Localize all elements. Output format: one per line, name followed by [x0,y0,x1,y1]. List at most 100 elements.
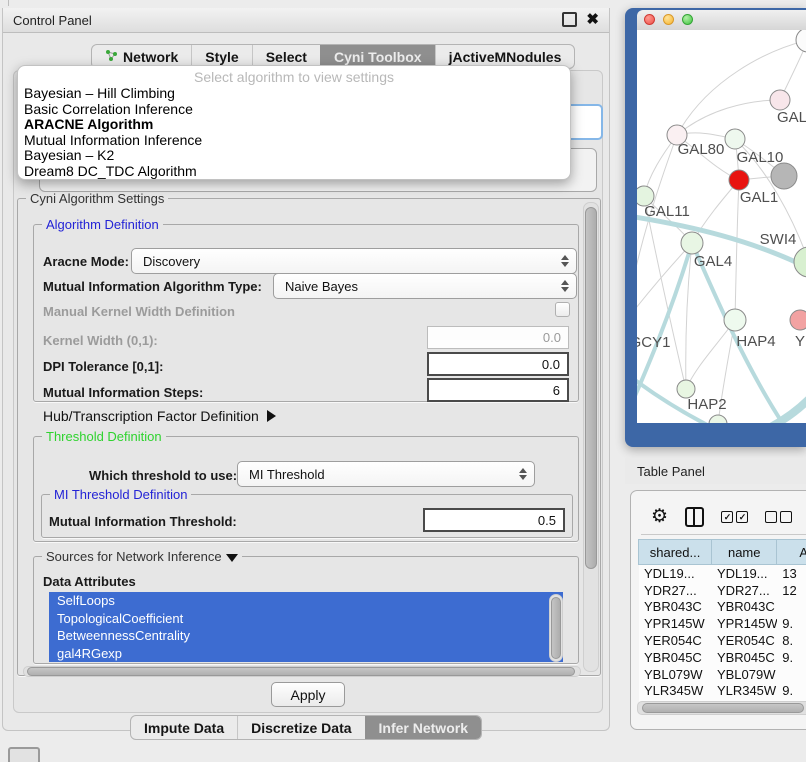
column-header-1[interactable]: shared... [638,539,712,565]
collapse-down-icon[interactable] [226,554,238,562]
node-label-gal80: GAL80 [678,141,725,158]
mi-type-label: Mutual Information Algorithm Type: [43,279,262,294]
select-all-icon[interactable]: ✓✓ [721,511,748,523]
table-cell: YBL079W [639,667,712,682]
tab-infer-network[interactable]: Infer Network [365,716,481,739]
kernel-width-input[interactable]: 0.0 [427,326,569,349]
network-edge[interactable] [686,320,735,389]
table-row[interactable]: YDL19...YDL19...13 [639,565,806,582]
threshold-definition-title: Threshold Definition [42,429,166,444]
close-icon[interactable]: ✖ [586,14,599,25]
table-hscrollbar-track[interactable] [637,701,806,715]
algorithm-option[interactable]: ARACNE Algorithm [18,117,570,133]
network-graph[interactable]: GALGAL80GAL10GAL1GAL11GAL4SWI4GCY1HAP4YH… [637,30,806,423]
network-node-gal[interactable] [770,90,790,110]
window-edge-artifact [8,0,9,6]
hub-definition-toggle[interactable]: Hub/Transcription Factor Definition [43,408,276,424]
table-cell: YER054C [639,633,712,648]
mi-threshold-value: 0.5 [538,513,556,528]
network-node-gal1[interactable] [729,170,749,190]
minimize-traffic-light-icon[interactable] [663,14,674,25]
expand-right-icon [267,410,276,422]
mi-steps-input[interactable]: 6 [427,378,569,402]
network-window-titlebar[interactable] [637,10,806,31]
network-edge[interactable] [637,243,692,322]
table-cell: 9. [777,616,806,631]
node-label-gal10: GAL10 [737,149,784,166]
settings-scrollbar-track[interactable] [583,202,599,672]
network-node-hap4[interactable] [724,309,746,331]
tab-discretize-data[interactable]: Discretize Data [237,716,364,739]
algorithm-option[interactable]: Basic Correlation Inference [18,102,570,118]
network-node[interactable] [796,30,806,52]
attribute-item[interactable]: SelfLoops [49,592,563,610]
settings-hscrollbar-track[interactable] [23,666,581,677]
attributes-scrollbar-track[interactable] [549,594,563,662]
algorithm-option[interactable]: Mutual Information Inference [18,133,570,149]
table-row[interactable]: YBL079WYBL079W [639,666,806,683]
tab-label: jActiveMNodules [449,49,562,65]
table-row[interactable]: YDR27...YDR27...12 [639,582,806,599]
deselect-all-icon[interactable] [765,511,792,523]
node-label-gal: GAL [777,109,806,126]
settings-hscrollbar-thumb[interactable] [27,667,575,676]
mi-threshold-input[interactable]: 0.5 [423,508,565,532]
network-node[interactable] [709,415,727,423]
algorithm-dropdown-placeholder: Select algorithm to view settings [18,69,570,86]
network-node[interactable] [771,163,797,189]
kernel-width-value: 0.0 [543,330,561,345]
table-rows: YDL19...YDL19...13YDR27...YDR27...12YBR0… [639,565,806,703]
table-row[interactable]: YER054CYER054C8. [639,632,806,649]
table-row[interactable]: YPR145WYPR145W9. [639,615,806,632]
control-panel-title: Control Panel [13,13,92,28]
mi-type-combo[interactable]: Naive Bayes [273,273,577,299]
attributes-scrollbar-thumb[interactable] [551,597,561,659]
tab-label: Infer Network [379,720,468,736]
zoom-traffic-light-icon[interactable] [682,14,693,25]
manual-kernel-checkbox[interactable] [555,302,570,317]
network-node-swi4[interactable] [794,247,806,277]
float-icon[interactable] [562,12,577,27]
network-edge[interactable] [637,135,677,322]
attribute-item[interactable]: gal4RGexp [49,645,563,663]
algorithm-option[interactable]: Bayesian – Hill Climbing [18,86,570,102]
table-cell: YLR345W [639,683,712,698]
close-traffic-light-icon[interactable] [644,14,655,25]
column-header-3[interactable]: A [776,539,806,565]
which-threshold-combo[interactable]: MI Threshold [237,461,535,487]
attribute-item[interactable]: BetweennessCentrality [49,627,563,645]
table-hscrollbar-thumb[interactable] [642,703,804,713]
data-attributes-label: Data Attributes [43,574,136,589]
node-label-gcy1: GCY1 [637,334,670,351]
table-row[interactable]: YLR345WYLR345W9. [639,683,806,700]
network-node-gal10[interactable] [725,129,745,149]
control-panel-titlebar: Control Panel ✖ [3,8,609,33]
table-row[interactable]: YBR043CYBR043C [639,599,806,616]
tab-impute-data[interactable]: Impute Data [131,716,237,739]
collapsed-panel-button[interactable] [8,747,40,762]
column-header-2[interactable]: name [711,539,777,565]
table-row[interactable]: YBR045CYBR045C9. [639,649,806,666]
network-canvas[interactable]: GALGAL80GAL10GAL1GAL11GAL4SWI4GCY1HAP4YH… [637,30,806,423]
table-cell: 9. [777,683,806,698]
apply-button[interactable]: Apply [271,682,345,707]
network-edge[interactable] [677,100,780,135]
network-node-y[interactable] [790,310,806,330]
attribute-item[interactable]: TopologicalCoefficient [49,610,563,628]
screen: Control Panel ✖ NetworkStyleSelectCyni T… [0,0,806,762]
bottom-tabs: Impute Data Discretize Data Infer Network [130,715,482,740]
dpi-tolerance-input[interactable]: 0.0 [427,352,569,376]
split-columns-icon[interactable] [685,507,704,527]
tab-label: Discretize Data [251,720,351,736]
table-cell: YDR27... [639,583,712,598]
network-edge[interactable] [735,180,739,320]
table-cell: YDR27... [712,583,777,598]
algorithm-option[interactable]: Dream8 DC_TDC Algorithm [18,164,570,180]
table-cell: YDL19... [639,566,712,581]
algorithm-option[interactable]: Bayesian – K2 [18,148,570,164]
aracne-mode-combo[interactable]: Discovery [131,248,577,274]
gear-icon[interactable]: ⚙ [651,507,668,526]
network-node-gal4[interactable] [681,232,703,254]
node-label-gal11: GAL11 [644,203,690,220]
settings-scrollbar-thumb[interactable] [585,207,597,569]
